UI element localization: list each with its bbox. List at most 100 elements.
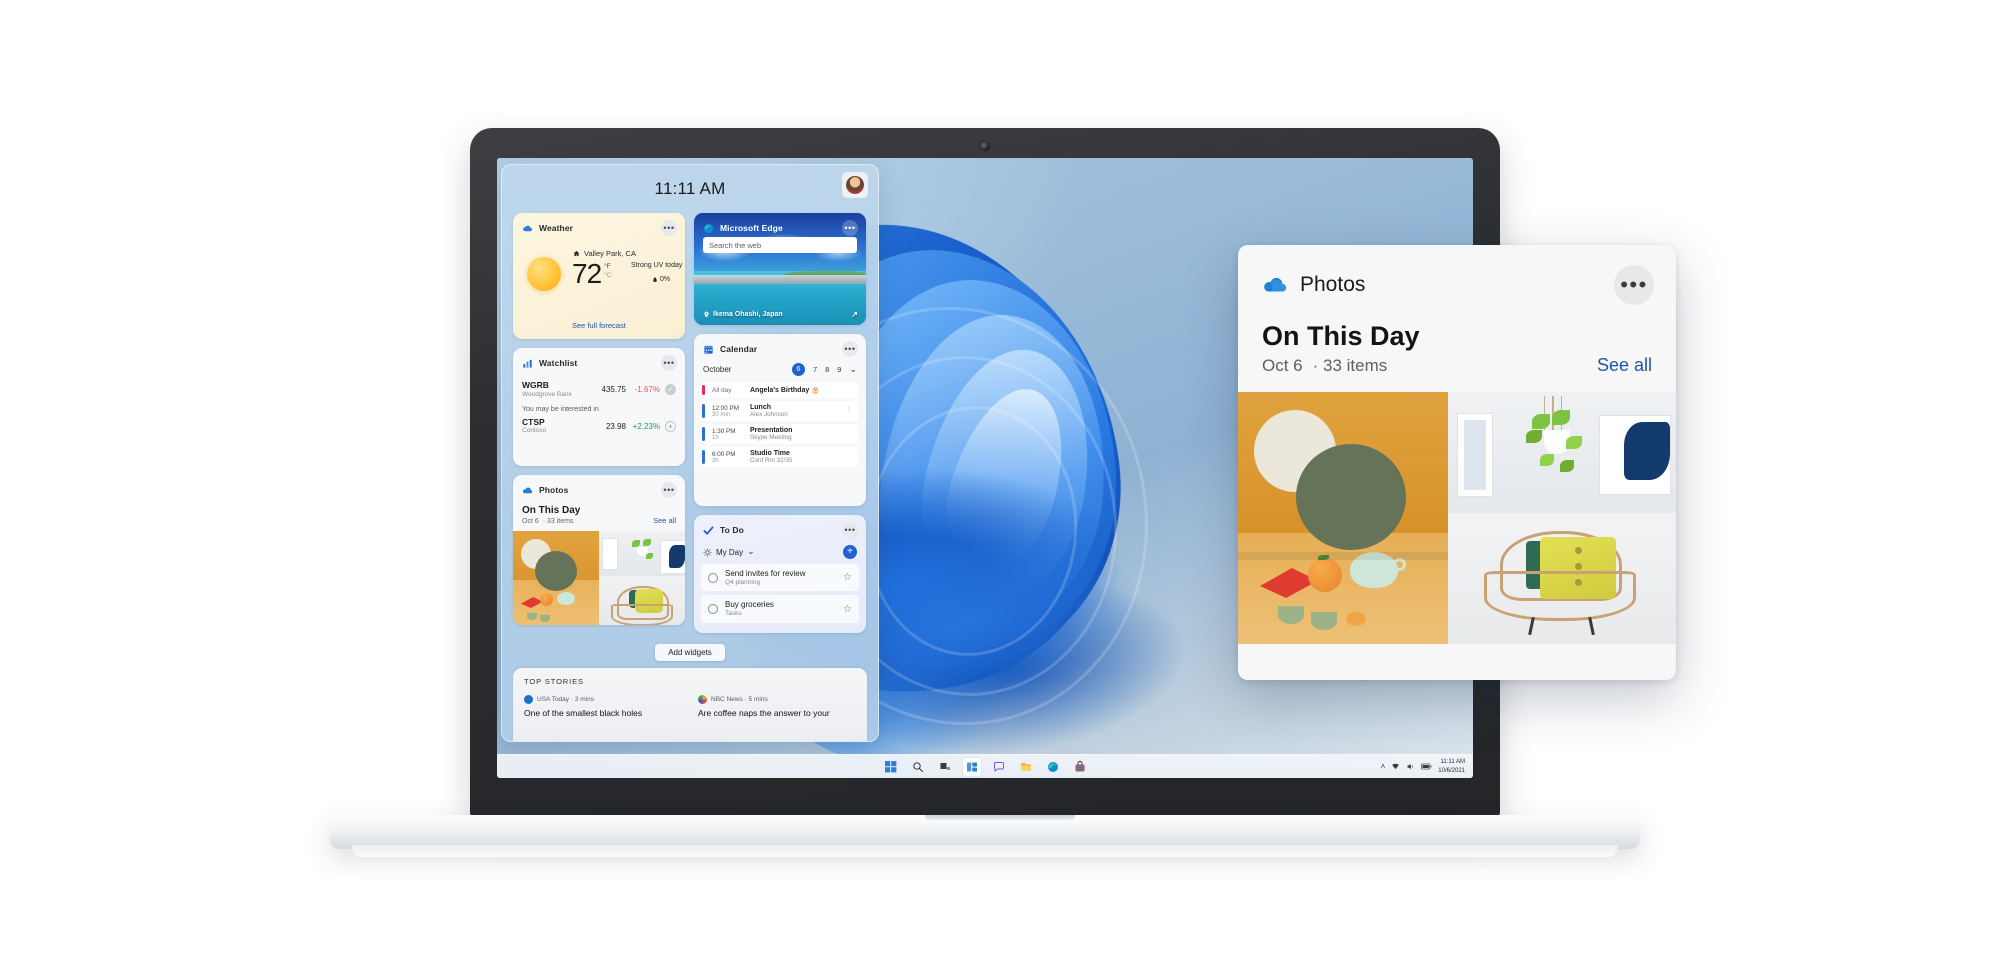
wifi-icon[interactable] xyxy=(1391,762,1400,771)
event-overflow-icon[interactable]: ⋮ xyxy=(846,407,852,413)
task-view-button[interactable] xyxy=(936,758,954,776)
todo-item[interactable]: Send invites for review Q4 planning ☆ xyxy=(701,564,859,592)
todo-list-name[interactable]: My Day xyxy=(716,548,743,557)
event-title: Studio Time xyxy=(750,450,790,457)
photo-thumbnail-chair[interactable] xyxy=(1448,512,1676,644)
chevron-down-icon[interactable]: ⌄ xyxy=(747,546,755,556)
todo-checkbox[interactable] xyxy=(708,604,718,615)
star-icon[interactable]: ☆ xyxy=(843,572,852,583)
photos-card-more-button[interactable]: ••• xyxy=(1614,265,1654,305)
avatar[interactable] xyxy=(843,173,867,197)
photos-card-date: Oct 6 xyxy=(1262,356,1303,375)
calendar-event[interactable]: 1:30 PM 1h Presentation Skype Meeting xyxy=(702,424,858,444)
event-time: 6:00 PM xyxy=(712,450,736,458)
taskbar-date: 10/6/2021 xyxy=(1438,767,1465,774)
expand-icon[interactable]: ↗ xyxy=(851,310,858,319)
edge-button[interactable] xyxy=(1044,758,1062,776)
stock-symbol: WGRB xyxy=(522,380,549,390)
todo-item-title: Send invites for review xyxy=(725,569,806,578)
news-card[interactable]: USA Today · 3 mins One of the smallest b… xyxy=(524,695,682,719)
stock-following-button[interactable]: ✓ xyxy=(665,384,676,396)
photos-more-button[interactable]: ••• xyxy=(661,482,677,498)
stock-symbol: CTSP xyxy=(522,416,545,427)
event-time: 1:30 PM xyxy=(712,427,736,435)
todo-more-button[interactable]: ••• xyxy=(842,522,858,538)
todo-item[interactable]: Buy groceries Tasks ☆ xyxy=(701,595,859,623)
photos-widget-date: Oct 6 xyxy=(522,518,539,525)
volume-icon[interactable] xyxy=(1406,762,1415,771)
photos-card-heading: On This Day xyxy=(1262,321,1420,351)
edge-icon xyxy=(703,223,714,233)
photos-card-see-all[interactable]: See all xyxy=(1597,355,1652,376)
weather-temp-value: 72 xyxy=(572,258,602,289)
weather-more-button[interactable]: ••• xyxy=(661,220,677,236)
photos-widget-heading: On This Day xyxy=(522,505,581,516)
calendar-day-8[interactable]: 8 xyxy=(825,365,829,374)
calendar-event[interactable]: 6:00 PM 3h Studio Time Conf Rm 32/35 xyxy=(702,447,858,467)
file-explorer-button[interactable] xyxy=(1017,758,1035,776)
news-feed: TOP STORIES USA Today · 3 mins One of th… xyxy=(513,668,867,741)
photo-thumbnail-plant[interactable] xyxy=(1448,392,1676,513)
calendar-event[interactable]: 12:00 PM 30 min Lunch Alex Johnson ⋮ xyxy=(702,401,858,421)
weather-widget[interactable]: Weather ••• Valley Park, CA 72 °F °C Str… xyxy=(513,213,685,339)
search-button[interactable] xyxy=(909,758,927,776)
chat-button[interactable] xyxy=(990,758,1008,776)
photos-widget-title: Photos xyxy=(539,485,569,495)
stock-add-button[interactable]: + xyxy=(665,420,676,432)
taskbar-clock[interactable]: 11:11 AM 10/6/2021 xyxy=(1438,758,1465,774)
taskbar-time: 11:11 AM xyxy=(1440,759,1465,766)
stock-change: +2.23% xyxy=(632,421,660,431)
watchlist-widget[interactable]: Watchlist ••• WGRB Woodgrove Bank 435.75… xyxy=(513,348,685,466)
weather-unit-c[interactable]: °C xyxy=(604,272,611,281)
widgets-button[interactable] xyxy=(962,757,981,776)
onedrive-cloud-icon xyxy=(1264,277,1287,292)
calendar-widget-title: Calendar xyxy=(720,344,758,354)
calendar-event[interactable]: All day Angela's Birthday 🎂 xyxy=(702,382,858,398)
nbc-news-icon xyxy=(698,695,707,704)
photo-thumbnail[interactable] xyxy=(513,531,599,625)
weather-widget-title: Weather xyxy=(539,223,574,233)
weather-unit-f[interactable]: °F xyxy=(604,263,611,272)
calendar-day-6[interactable]: 6 xyxy=(791,363,805,376)
todo-add-button[interactable]: + xyxy=(843,545,857,559)
stock-company: Woodgrove Bank xyxy=(522,390,572,398)
news-card[interactable]: NBC News · 5 mins Are coffee naps the an… xyxy=(698,695,856,719)
chevron-down-icon[interactable]: ⌄ xyxy=(849,364,857,374)
watchlist-row[interactable]: WGRB Woodgrove Bank 435.75 -1.67% ✓ xyxy=(513,379,685,401)
photo-thumbnail[interactable] xyxy=(599,576,685,625)
checkmark-icon xyxy=(703,525,714,535)
todo-widget[interactable]: To Do ••• My Day ⌄ + Send invites for re… xyxy=(694,515,866,633)
stock-company: Contoso xyxy=(522,427,547,435)
calendar-more-button[interactable]: ••• xyxy=(842,341,858,357)
watchlist-row[interactable]: CTSP Contoso 23.98 +2.23% + xyxy=(513,416,685,438)
calendar-widget[interactable]: Calendar ••• October 6 7 8 9 ⌄ All day A… xyxy=(694,334,866,506)
photo-thumbnail-large[interactable] xyxy=(1238,392,1449,644)
webcam-icon xyxy=(980,142,990,151)
microsoft-store-button[interactable] xyxy=(1071,758,1089,776)
usa-today-icon xyxy=(524,695,533,704)
event-title: Angela's Birthday 🎂 xyxy=(750,387,820,394)
calendar-day-9[interactable]: 9 xyxy=(837,365,841,374)
add-widgets-button[interactable]: Add widgets xyxy=(655,644,725,661)
watchlist-more-button[interactable]: ••• xyxy=(661,355,677,371)
start-button[interactable] xyxy=(882,758,900,776)
chevron-up-icon[interactable]: ˄ xyxy=(1381,762,1386,771)
news-headline: One of the smallest black holes xyxy=(524,708,643,718)
weather-uv-label: Strong UV today xyxy=(631,262,683,269)
news-heading: TOP STORIES xyxy=(524,677,584,686)
battery-icon[interactable] xyxy=(1421,762,1432,771)
todo-checkbox[interactable] xyxy=(708,572,718,583)
photos-widget[interactable]: Photos ••• On This Day Oct 6 · 33 items … xyxy=(513,475,685,625)
photos-card[interactable]: Photos ••• On This Day Oct 6 · 33 items … xyxy=(1238,245,1676,680)
event-subtitle: Alex Johnson xyxy=(750,411,788,418)
laptop-base xyxy=(330,815,1640,849)
star-icon[interactable]: ☆ xyxy=(843,604,852,615)
edge-search-input[interactable]: Search the web xyxy=(703,237,857,253)
calendar-day-7[interactable]: 7 xyxy=(813,365,817,374)
weather-forecast-link[interactable]: See full forecast xyxy=(572,321,626,330)
edge-more-button[interactable]: ••• xyxy=(842,220,858,236)
photo-thumbnail[interactable] xyxy=(599,531,685,577)
edge-widget[interactable]: Microsoft Edge ••• Search the web Ikema … xyxy=(694,213,866,325)
laptop-base-lip xyxy=(352,845,1618,857)
photos-widget-see-all[interactable]: See all xyxy=(653,516,676,525)
